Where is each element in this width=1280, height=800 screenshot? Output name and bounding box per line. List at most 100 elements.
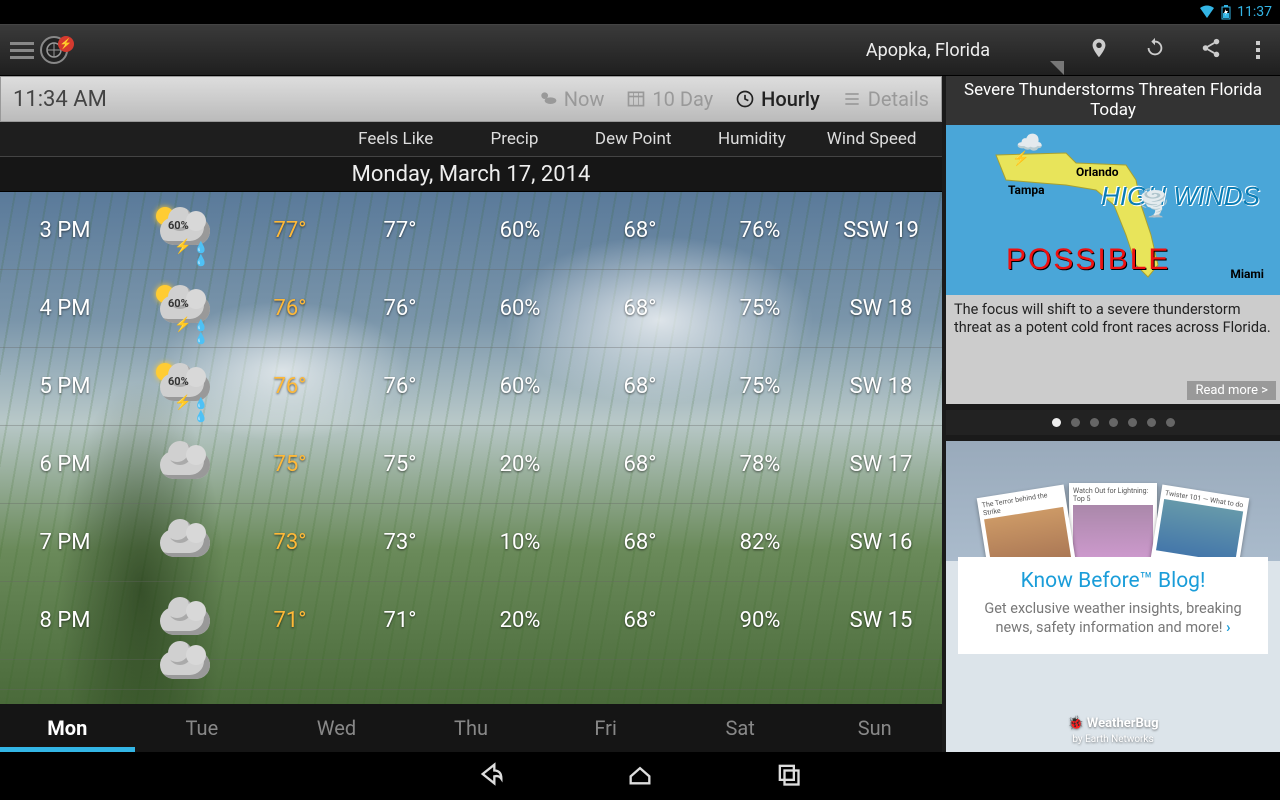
blog-card[interactable]: The Terror behind the Strike Watch Out f… (946, 441, 1280, 752)
col-dew: Dew Point (574, 129, 693, 149)
hour-precip: 60% (460, 218, 580, 243)
day-tab-wed[interactable]: Wed (269, 704, 404, 752)
hour-temp: 76° (240, 374, 340, 399)
day-tab-thu[interactable]: Thu (404, 704, 539, 752)
day-tabs: MonTueWedThuFriSatSun (0, 704, 942, 752)
col-wind: Wind Speed (811, 129, 932, 149)
hour-row[interactable]: 4 PM 60%⚡💧💧 76° 76° 60% 68° 75% SW 18 (0, 270, 942, 348)
alert-badge-icon: ⚡ (58, 36, 74, 52)
sun-cloud-icon (538, 89, 558, 109)
weather-icon: 60%⚡💧💧 (130, 363, 240, 411)
carousel-dots[interactable] (946, 410, 1280, 435)
hour-temp: 77° (240, 218, 340, 243)
alert-summary: The focus will shift to a severe thunder… (946, 295, 1280, 381)
hour-precip: 60% (460, 374, 580, 399)
hour-feels: 76° (340, 374, 460, 399)
hour-wind: SW 18 (820, 296, 942, 321)
location-dropdown-icon[interactable] (1050, 61, 1064, 75)
current-time-label: 11:34 AM (13, 87, 107, 112)
hour-time: 6 PM (0, 452, 130, 477)
hour-precip: 20% (460, 452, 580, 477)
hour-wind: SW 16 (820, 530, 942, 555)
list-icon (842, 89, 862, 109)
app-logo[interactable]: ⚡ (40, 36, 68, 64)
hour-dew: 68° (580, 374, 700, 399)
overflow-menu-icon[interactable] (1256, 41, 1260, 59)
share-icon[interactable] (1200, 37, 1222, 63)
weather-icon (130, 597, 240, 645)
wifi-icon (1199, 5, 1215, 19)
hour-precip: 20% (460, 608, 580, 633)
day-tab-sun[interactable]: Sun (807, 704, 942, 752)
alert-card[interactable]: Severe Thunderstorms Threaten Florida To… (946, 76, 1280, 404)
location-label[interactable]: Apopka, Florida (866, 40, 990, 61)
date-banner: Monday, March 17, 2014 (0, 156, 942, 192)
hour-wind: SW 15 (820, 608, 942, 633)
col-humid: Humidity (693, 129, 812, 149)
map-miami: Miami (1230, 267, 1264, 281)
hour-row[interactable]: 7 PM 73° 73° 10% 68° 82% SW 16 (0, 504, 942, 582)
hour-precip: 60% (460, 296, 580, 321)
hour-feels: 71° (340, 608, 460, 633)
app-action-bar: ⚡ Apopka, Florida (0, 24, 1280, 76)
weather-icon (130, 441, 240, 489)
hour-row[interactable]: 8 PM 71° 71° 20% 68° 90% SW 15 (0, 582, 942, 660)
alert-map: ☁️ ⚡ Orlando Tampa Miami HIGH WINDS 🌪️ P… (946, 125, 1280, 295)
tab-hourly[interactable]: Hourly (735, 87, 820, 111)
col-precip: Precip (455, 129, 574, 149)
blog-photos: The Terror behind the Strike Watch Out f… (946, 441, 1280, 561)
column-headers: Feels Like Precip Dew Point Humidity Win… (0, 122, 942, 156)
side-pane: Severe Thunderstorms Threaten Florida To… (942, 76, 1280, 752)
hour-humid: 78% (700, 452, 820, 477)
map-possible: POSSIBLE (1006, 243, 1170, 277)
hour-wind: SW 18 (820, 374, 942, 399)
weather-icon (130, 519, 240, 567)
day-tab-mon[interactable]: Mon (0, 704, 135, 752)
back-button[interactable] (478, 760, 506, 792)
weather-icon: 60%⚡💧💧 (130, 207, 240, 255)
hour-humid: 75% (700, 296, 820, 321)
hour-temp: 76° (240, 296, 340, 321)
hour-dew: 68° (580, 218, 700, 243)
map-orlando: Orlando (1076, 165, 1119, 179)
hour-row[interactable]: 3 PM 60%⚡💧💧 77° 77° 60% 68° 76% SSW 19 (0, 192, 942, 270)
home-button[interactable] (626, 760, 654, 792)
hour-time: 4 PM (0, 296, 130, 321)
hour-humid: 82% (700, 530, 820, 555)
read-more-link[interactable]: Read more > (1187, 381, 1276, 400)
hour-time: 3 PM (0, 218, 130, 243)
tab-now[interactable]: Now (538, 87, 605, 111)
hour-wind: SSW 19 (820, 218, 942, 243)
hour-row[interactable]: 5 PM 60%⚡💧💧 76° 76° 60% 68° 75% SW 18 (0, 348, 942, 426)
calendar-icon (626, 89, 646, 109)
tab-10day[interactable]: 10 Day (626, 87, 713, 111)
day-tab-sat[interactable]: Sat (673, 704, 808, 752)
hour-feels: 76° (340, 296, 460, 321)
sub-header: 11:34 AM Now 10 Day Hourly Details (0, 76, 942, 122)
main-pane: 11:34 AM Now 10 Day Hourly Details (0, 76, 942, 752)
weather-icon: 60%⚡💧💧 (130, 285, 240, 333)
hour-dew: 68° (580, 296, 700, 321)
android-status-bar: 11:37 (0, 0, 1280, 24)
tab-details[interactable]: Details (842, 87, 929, 111)
location-pin-icon[interactable] (1088, 37, 1110, 63)
hour-time: 5 PM (0, 374, 130, 399)
hourly-list[interactable]: 3 PM 60%⚡💧💧 77° 77° 60% 68° 76% SSW 19 4… (0, 192, 942, 704)
hour-feels: 77° (340, 218, 460, 243)
day-tab-fri[interactable]: Fri (538, 704, 673, 752)
blog-desc: Get exclusive weather insights, breaking… (968, 599, 1258, 638)
hour-time: 7 PM (0, 530, 130, 555)
col-feels: Feels Like (336, 129, 455, 149)
hour-precip: 10% (460, 530, 580, 555)
map-tampa: Tampa (1008, 183, 1045, 197)
hour-wind: SW 17 (820, 452, 942, 477)
refresh-icon[interactable] (1144, 37, 1166, 63)
recent-apps-button[interactable] (774, 760, 802, 792)
battery-icon (1221, 5, 1231, 20)
hour-row[interactable]: 6 PM 75° 75° 20% 68° 78% SW 17 (0, 426, 942, 504)
clock-icon (735, 89, 755, 109)
hour-humid: 90% (700, 608, 820, 633)
day-tab-tue[interactable]: Tue (135, 704, 270, 752)
menu-icon[interactable] (10, 42, 34, 59)
hour-time: 8 PM (0, 608, 130, 633)
